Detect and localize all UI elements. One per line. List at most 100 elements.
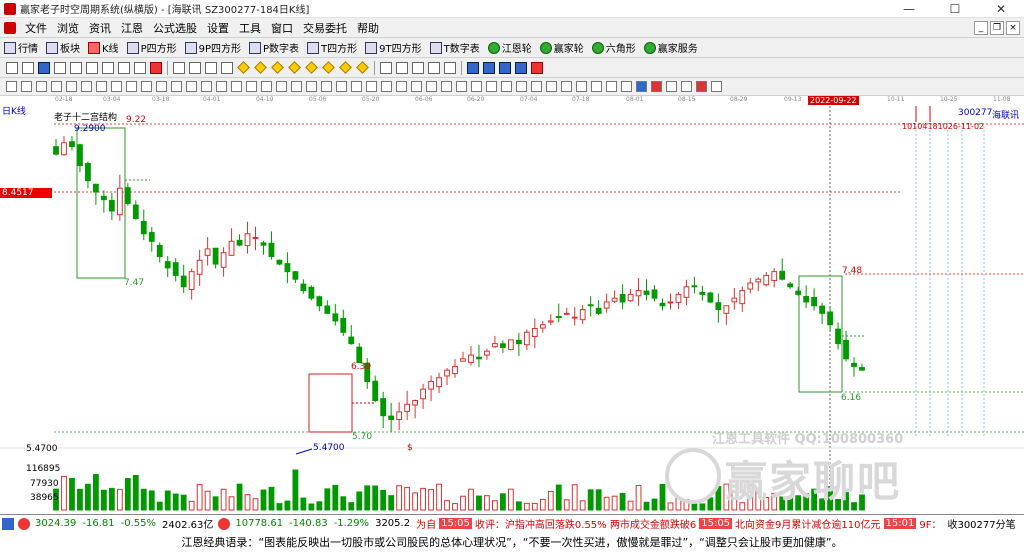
mdi-close-button[interactable]: × <box>1006 20 1020 35</box>
indicator-16-icon[interactable] <box>231 81 242 92</box>
indicator-28-icon[interactable] <box>411 81 422 92</box>
indicator-43-icon[interactable] <box>636 81 647 92</box>
9p-square-button[interactable]: 9P四方形 <box>181 40 245 55</box>
indicator-42-icon[interactable] <box>621 81 632 92</box>
sector-button[interactable]: 板块 <box>42 40 84 55</box>
prev-tool-icon[interactable] <box>189 61 201 74</box>
diamond-4-icon[interactable] <box>288 61 301 74</box>
indicator-9-icon[interactable] <box>126 81 137 92</box>
indicator-33-icon[interactable] <box>486 81 497 92</box>
indicator-18-icon[interactable] <box>261 81 272 92</box>
indicator-38-icon[interactable] <box>561 81 572 92</box>
winner-wheel-button[interactable]: 赢家轮 <box>536 40 588 55</box>
diamond-2-icon[interactable] <box>254 61 267 74</box>
indicator-30-icon[interactable] <box>441 81 452 92</box>
indicator-35-icon[interactable] <box>516 81 527 92</box>
indicator-29-icon[interactable] <box>426 81 437 92</box>
forward-tool-icon[interactable] <box>221 61 233 74</box>
text-tool-icon[interactable] <box>412 61 424 74</box>
indicator-46-icon[interactable] <box>681 81 692 92</box>
menu-tools[interactable]: 工具 <box>234 20 266 36</box>
infinity-icon[interactable] <box>711 81 722 92</box>
indicator-8-icon[interactable] <box>111 81 122 92</box>
indicator-25-icon[interactable] <box>366 81 377 92</box>
indicator-6-icon[interactable] <box>81 81 92 92</box>
menu-trade[interactable]: 交易委托 <box>298 20 352 36</box>
indicator-7-icon[interactable] <box>96 81 107 92</box>
maximize-button[interactable]: ☐ <box>932 2 978 16</box>
sh-market-icon[interactable] <box>18 517 30 530</box>
news-item-3[interactable]: 9F： <box>916 516 945 531</box>
window-4-icon[interactable] <box>515 61 527 74</box>
diamond-7-icon[interactable] <box>339 61 352 74</box>
sz-market-icon[interactable] <box>218 517 231 530</box>
indicator-4-icon[interactable] <box>51 81 62 92</box>
marker-tool-icon[interactable] <box>134 61 146 74</box>
indicator-15-icon[interactable] <box>216 81 227 92</box>
indicator-37-icon[interactable] <box>546 81 557 92</box>
cursor-tool-icon[interactable] <box>6 61 18 74</box>
diamond-1-icon[interactable] <box>237 61 250 74</box>
indicator-36-icon[interactable] <box>531 81 542 92</box>
diamond-6-icon[interactable] <box>322 61 335 74</box>
indicator-21-icon[interactable] <box>306 81 317 92</box>
indicator-20-icon[interactable] <box>291 81 302 92</box>
indicator-31-icon[interactable] <box>456 81 467 92</box>
minimize-button[interactable]: — <box>886 2 932 16</box>
window-2-icon[interactable] <box>483 61 495 74</box>
mdi-restore-button[interactable]: ❐ <box>990 20 1004 35</box>
menu-file[interactable]: 文件 <box>20 20 52 36</box>
indicator-27-icon[interactable] <box>396 81 407 92</box>
indicator-3-icon[interactable] <box>36 81 47 92</box>
diamond-8-icon[interactable] <box>356 61 369 74</box>
indicator-19-icon[interactable] <box>276 81 287 92</box>
kline-button[interactable]: K线 <box>84 40 123 55</box>
quotes-button[interactable]: 行情 <box>0 40 42 55</box>
diamond-3-icon[interactable] <box>271 61 284 74</box>
color-wheel-icon[interactable] <box>696 81 707 92</box>
diamond-5-icon[interactable] <box>305 61 318 74</box>
delete-tool-icon[interactable] <box>150 61 162 74</box>
menu-window[interactable]: 窗口 <box>266 20 298 36</box>
grid-status-icon[interactable] <box>2 517 14 530</box>
menu-browse[interactable]: 浏览 <box>52 20 84 36</box>
indicator-22-icon[interactable] <box>321 81 332 92</box>
indicator-39-icon[interactable] <box>576 81 587 92</box>
window-5-icon[interactable] <box>531 61 543 74</box>
indicator-13-icon[interactable] <box>186 81 197 92</box>
window-3-icon[interactable] <box>499 61 511 74</box>
hand-tool-icon[interactable] <box>380 61 392 74</box>
news-item-2[interactable]: 北向资金9月累计减仓逾110亿元 <box>732 516 884 531</box>
indicator-10-icon[interactable] <box>141 81 152 92</box>
menu-settings[interactable]: 设置 <box>202 20 234 36</box>
tick-detail-label[interactable]: 收300277分笔 <box>944 516 1018 531</box>
cross-tool-icon[interactable] <box>396 61 408 74</box>
indicator-44-icon[interactable] <box>651 81 662 92</box>
close-button[interactable]: ✕ <box>978 2 1024 16</box>
indicator-23-icon[interactable] <box>336 81 347 92</box>
p-square-button[interactable]: P四方形 <box>123 40 181 55</box>
line-tool-icon[interactable] <box>70 61 82 74</box>
indicator-5-icon[interactable] <box>66 81 77 92</box>
back-tool-icon[interactable] <box>205 61 217 74</box>
hline-tool-icon[interactable] <box>86 61 98 74</box>
indicator-32-icon[interactable] <box>471 81 482 92</box>
indicator-45-icon[interactable] <box>666 81 677 92</box>
window-1-icon[interactable] <box>467 61 479 74</box>
indicator-40-icon[interactable] <box>591 81 602 92</box>
indicator-14-icon[interactable] <box>201 81 212 92</box>
first-tool-icon[interactable] <box>173 61 185 74</box>
indicator-1-icon[interactable] <box>6 81 17 92</box>
t-table-button[interactable]: T数字表 <box>426 40 484 55</box>
layout-tool-icon[interactable] <box>38 61 50 74</box>
mdi-minimize-button[interactable]: _ <box>974 20 988 35</box>
menu-formula[interactable]: 公式选股 <box>148 20 202 36</box>
news-item-1[interactable]: 收评：沪指冲高回落跌0.55% 两市成交金额跌破6 <box>471 516 700 531</box>
indicator-34-icon[interactable] <box>501 81 512 92</box>
indicator-41-icon[interactable] <box>606 81 617 92</box>
menu-gann[interactable]: 江恩 <box>116 20 148 36</box>
p-table-button[interactable]: P数字表 <box>245 40 303 55</box>
vline-tool-icon[interactable] <box>102 61 114 74</box>
indicator-24-icon[interactable] <box>351 81 362 92</box>
9t-square-button[interactable]: 9T四方形 <box>361 40 425 55</box>
